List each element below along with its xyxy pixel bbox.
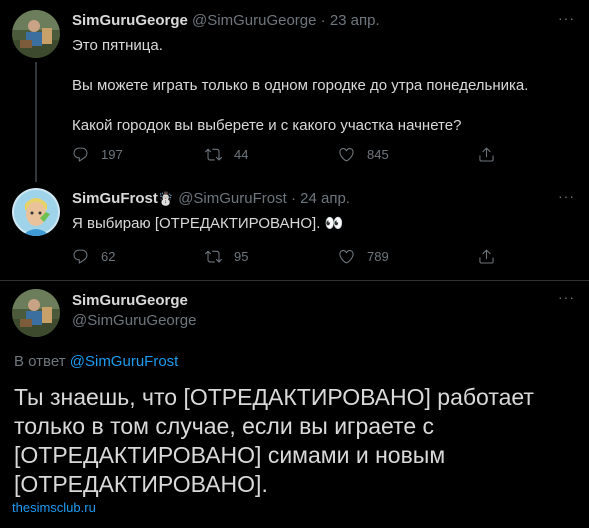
thread-line (35, 62, 37, 182)
tweet-date[interactable]: 23 апр. (330, 12, 380, 29)
separator: · (290, 190, 296, 207)
handle[interactable]: @SimGuruGeorge (192, 12, 316, 29)
tweet-header: SimGuruGeorge @SimGuruGeorge (72, 292, 196, 329)
display-name[interactable]: SimGuFrost (72, 190, 158, 207)
retweet-icon (205, 248, 222, 265)
display-name[interactable]: SimGuruGeorge (72, 12, 188, 29)
separator: · (320, 12, 326, 29)
reply-icon (72, 146, 89, 163)
snowman-emoji: ☃️ (157, 191, 175, 206)
action-bar: 197 44 845 (72, 146, 512, 166)
reply-handle-link[interactable]: @SimGuruFrost (70, 353, 179, 370)
tweet-text-line: Вы можете играть только в одном городке … (72, 77, 529, 94)
more-icon[interactable]: ··· (558, 10, 575, 26)
share-icon (478, 248, 495, 265)
more-icon[interactable]: ··· (558, 289, 575, 305)
like-count: 789 (367, 249, 389, 264)
reply-icon (72, 248, 89, 265)
reply-button[interactable]: 197 (72, 146, 123, 163)
watermark: thesimsclub.ru (12, 500, 96, 515)
reply-button[interactable]: 62 (72, 248, 115, 265)
retweet-button[interactable]: 95 (205, 248, 248, 265)
tweet-text-line: Ты знаешь, что [ОТРЕДАКТИРОВАНО] работае… (14, 384, 534, 410)
retweet-count: 95 (234, 249, 249, 264)
like-icon (338, 248, 355, 265)
like-button[interactable]: 789 (338, 248, 389, 265)
handle[interactable]: @SimGuruFrost (178, 190, 287, 207)
tweet-text: Я выбираю [ОТРЕДАКТИРОВАНО]. 👀 (72, 214, 343, 234)
tweet-1[interactable]: SimGuruGeorge @SimGuruGeorge · 23 апр. ·… (0, 0, 589, 182)
display-name[interactable]: SimGuruGeorge (72, 292, 196, 309)
reply-prefix: В ответ (14, 353, 66, 370)
tweet-header: SimGuFrost☃️ @SimGuruFrost · 24 апр. (72, 190, 350, 207)
retweet-icon (205, 146, 222, 163)
tweet-text: Ты знаешь, что [ОТРЕДАКТИРОВАНО] работае… (14, 383, 554, 499)
share-button[interactable] (478, 146, 495, 163)
share-button[interactable] (478, 248, 495, 265)
like-count: 845 (367, 147, 389, 162)
tweet-text: Это пятница. Вы можете играть только в о… (72, 36, 528, 136)
avatar[interactable] (12, 10, 60, 58)
reply-count: 197 (101, 147, 123, 162)
like-button[interactable]: 845 (338, 146, 389, 163)
handle[interactable]: @SimGuruGeorge (72, 312, 196, 329)
avatar[interactable] (12, 289, 60, 337)
reply-context: В ответ @SimGuruFrost (14, 353, 178, 370)
more-icon[interactable]: ··· (558, 188, 575, 204)
tweet-date[interactable]: 24 апр. (300, 190, 350, 207)
tweet-3[interactable]: SimGuruGeorge @SimGuruGeorge ··· В ответ… (0, 281, 589, 528)
avatar[interactable] (12, 188, 60, 236)
tweet-text-line: только в том случае, если вы играете с (14, 413, 435, 439)
share-icon (478, 146, 495, 163)
action-bar: 62 95 789 (72, 248, 512, 268)
tweet-text-line: Я выбираю [ОТРЕДАКТИРОВАНО]. (72, 215, 321, 232)
eyes-emoji: 👀 (324, 215, 344, 232)
retweet-button[interactable]: 44 (205, 146, 248, 163)
tweet-text-line: [ОТРЕДАКТИРОВАНО]. (14, 471, 268, 497)
retweet-count: 44 (234, 147, 249, 162)
tweet-header: SimGuruGeorge @SimGuruGeorge · 23 апр. (72, 12, 380, 29)
tweet-text-line: [ОТРЕДАКТИРОВАНО] симами и новым (14, 442, 446, 468)
tweet-text-line: Это пятница. (72, 37, 163, 54)
tweet-2[interactable]: SimGuFrost☃️ @SimGuruFrost · 24 апр. ···… (0, 178, 589, 280)
reply-count: 62 (101, 249, 116, 264)
tweet-text-line: Какой городок вы выберете и с какого уча… (72, 117, 462, 134)
like-icon (338, 146, 355, 163)
